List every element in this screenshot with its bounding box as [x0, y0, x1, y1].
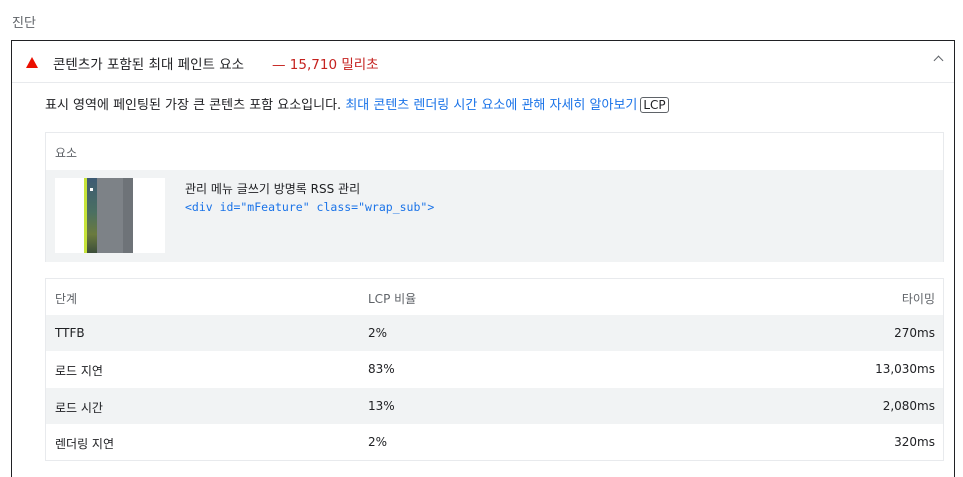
element-table-header: 요소: [55, 146, 78, 160]
element-table: 요소 관리 메뉴 글쓰기 방명록 RSS 관리 <div id="mFeatur…: [45, 132, 944, 262]
header-lcp-ratio: LCP 비율: [368, 292, 417, 306]
phase-ratio: 13%: [368, 399, 395, 413]
element-row[interactable]: 관리 메뉴 글쓰기 방명록 RSS 관리 <div id="mFeature" …: [46, 170, 943, 262]
element-thumbnail: [55, 178, 165, 253]
phase-ratio: 2%: [368, 326, 388, 340]
lcp-badge: LCP: [640, 97, 669, 113]
element-label: 관리 메뉴 글쓰기 방명록 RSS 관리: [185, 182, 361, 196]
table-row: 로드 지연 83% 13,030ms: [46, 351, 943, 387]
phase-timing: 13,030ms: [875, 362, 935, 376]
phase-ratio: 83%: [368, 362, 395, 376]
element-code[interactable]: <div id="mFeature" class="wrap_sub">: [185, 200, 434, 214]
section-title: 진단: [12, 16, 36, 31]
audit-description: 표시 영역에 페인팅된 가장 큰 콘텐츠 포함 요소입니다. 최대 콘텐츠 렌더…: [45, 94, 669, 113]
warning-triangle-icon: [26, 57, 38, 68]
phase-name: TTFB: [55, 326, 85, 340]
phase-name: 로드 지연: [55, 364, 103, 378]
chevron-up-icon[interactable]: [933, 55, 944, 66]
phase-table-header: 단계 LCP 비율 타이밍: [46, 279, 943, 315]
phase-timing: 2,080ms: [882, 399, 935, 413]
table-row: 렌더링 지연 2% 320ms: [46, 424, 943, 460]
lcp-audit: 콘텐츠가 포함된 최대 페인트 요소 — 15,710 밀리초 표시 영역에 페…: [11, 40, 955, 477]
phase-name: 로드 시간: [55, 401, 103, 415]
header-phase: 단계: [55, 292, 78, 306]
audit-header[interactable]: 콘텐츠가 포함된 최대 페인트 요소 — 15,710 밀리초: [12, 41, 954, 83]
header-timing: 타이밍: [901, 292, 935, 306]
phase-timing: 320ms: [894, 435, 935, 449]
learn-more-link[interactable]: 최대 콘텐츠 렌더링 시간 요소에 관해 자세히 알아보기: [345, 98, 637, 113]
audit-title: 콘텐츠가 포함된 최대 페인트 요소: [53, 57, 245, 73]
table-row: 로드 시간 13% 2,080ms: [46, 388, 943, 424]
table-row: TTFB 2% 270ms: [46, 315, 943, 351]
description-text: 표시 영역에 페인팅된 가장 큰 콘텐츠 포함 요소입니다.: [45, 98, 346, 113]
phase-name: 렌더링 지연: [55, 437, 115, 451]
phase-table: 단계 LCP 비율 타이밍 TTFB 2% 270ms 로드 지연 83% 13…: [45, 278, 944, 461]
audit-value: — 15,710 밀리초: [272, 57, 379, 73]
phase-ratio: 2%: [368, 435, 388, 449]
phase-timing: 270ms: [894, 326, 935, 340]
